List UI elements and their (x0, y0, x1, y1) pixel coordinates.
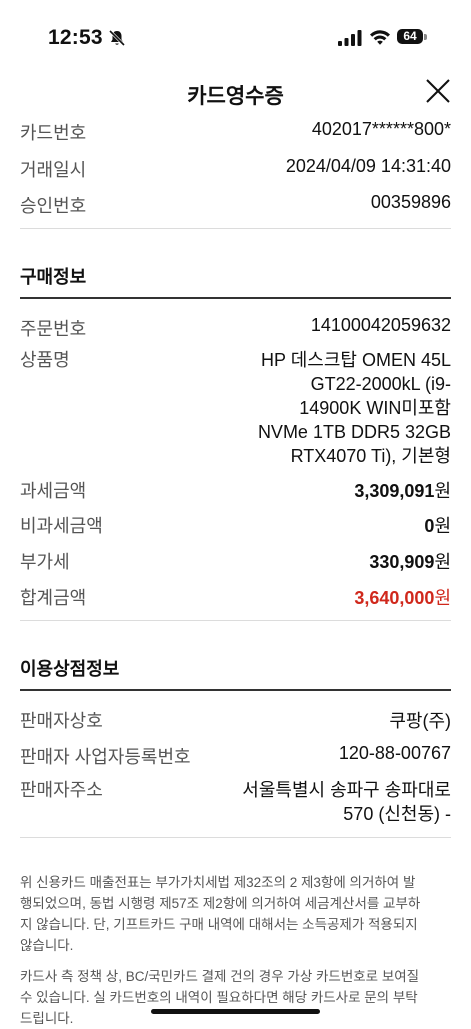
battery-level: 64 (397, 29, 423, 44)
transaction-date-label: 거래일시 (20, 160, 87, 180)
merchant-address-value: 서울특별시 송파구 송파대로 570 (신천동) - (242, 780, 451, 824)
status-time: 12:53 (48, 26, 103, 49)
taxable-amount-label: 과세금액 (20, 481, 87, 501)
merchant-registration-label: 판매자 사업자등록번호 (20, 747, 191, 767)
vat-value: 330,909원 (369, 552, 451, 572)
header: 카드영수증 (0, 72, 471, 114)
order-number-value: 14100042059632 (310, 315, 451, 335)
battery-icon: 64 (397, 27, 430, 47)
home-indicator[interactable] (151, 1009, 320, 1014)
product-name-label: 상품명 (20, 350, 70, 370)
card-number-label: 카드번호 (20, 123, 87, 143)
merchant-registration-value: 120-88-00767 (338, 743, 451, 763)
nontaxable-amount-label: 비과세금액 (20, 516, 103, 536)
bell-muted-icon (108, 29, 126, 47)
divider (20, 620, 451, 621)
wifi-icon (370, 30, 390, 45)
merchant-info-heading: 이용상점정보 (20, 659, 120, 679)
merchant-name-label: 판매자상호 (20, 711, 103, 731)
merchant-address-label: 판매자주소 (20, 780, 103, 800)
notice-paragraph: 카드사 측 정책 상, BC/국민카드 결제 건의 경우 가상 카드번호로 보여… (20, 969, 420, 1026)
purchase-info-heading: 구매정보 (20, 267, 87, 287)
divider (20, 228, 451, 229)
divider (20, 689, 451, 691)
divider (20, 297, 451, 299)
card-number-value: 402017******800* (311, 119, 451, 139)
cellular-signal-icon (338, 30, 362, 46)
page-title: 카드영수증 (187, 85, 284, 108)
taxable-amount-value: 3,309,091원 (354, 481, 451, 501)
divider (20, 837, 451, 838)
merchant-name-value: 쿠팡(주) (389, 711, 451, 731)
close-icon[interactable] (424, 77, 452, 105)
transaction-date-value: 2024/04/09 14:31:40 (285, 156, 451, 176)
vat-label: 부가세 (20, 552, 70, 572)
product-name-value: HP 데스크탑 OMEN 45L GT22-2000kL (i9- 14900K… (257, 350, 451, 466)
total-amount-label: 합계금액 (20, 588, 87, 608)
total-amount-value: 3,640,000원 (354, 588, 451, 608)
order-number-label: 주문번호 (20, 319, 87, 339)
nontaxable-amount-value: 0원 (424, 516, 451, 536)
status-bar: 12:53 64 (0, 0, 471, 72)
notice-paragraph: 위 신용카드 매출전표는 부가가치세법 제32조의 2 제3항에 의거하여 발 … (20, 875, 421, 953)
approval-number-value: 00359896 (370, 192, 451, 212)
approval-number-label: 승인번호 (20, 196, 87, 216)
